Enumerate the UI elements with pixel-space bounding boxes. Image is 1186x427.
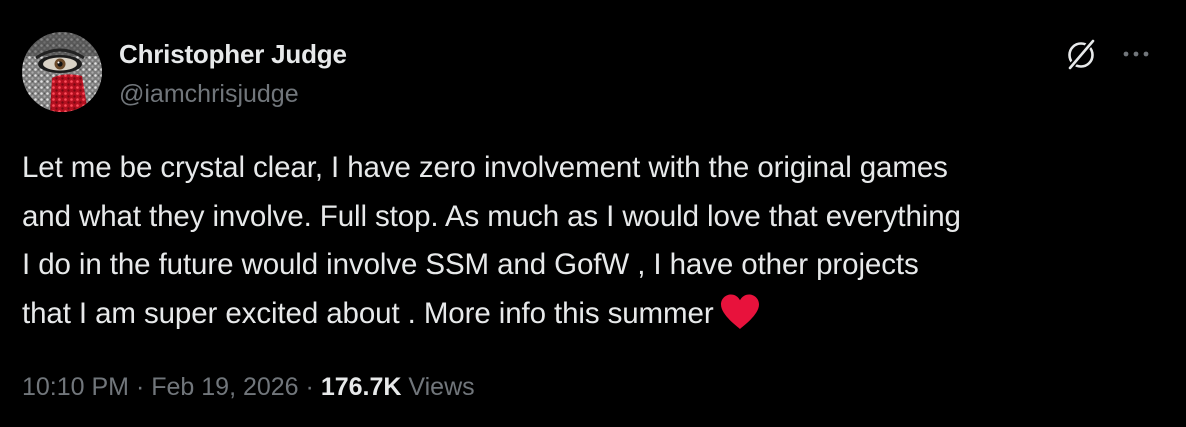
tweet-body: Let me be crystal clear, I have zero inv…: [22, 144, 1162, 338]
avatar-image: [22, 32, 102, 112]
tweet-text: Let me be crystal clear, I have zero inv…: [22, 151, 961, 330]
meta-separator: ·: [135, 373, 145, 401]
tweet-timestamp[interactable]: 10:10 PM · Feb 19, 2026: [22, 373, 299, 401]
author-name-block: Christopher Judge @iamchrisjudge: [119, 38, 347, 110]
tweet-time: 10:10 PM: [22, 373, 130, 401]
views-count: 176.7K: [320, 373, 402, 401]
grok-icon[interactable]: [1062, 36, 1100, 74]
avatar[interactable]: [22, 32, 102, 112]
views-label: Views: [408, 373, 475, 401]
author-handle[interactable]: @iamchrisjudge: [119, 78, 347, 110]
author-display-name[interactable]: Christopher Judge: [119, 38, 347, 70]
meta-separator: ·: [305, 373, 314, 401]
tweet-card: Christopher Judge @iamchrisjudge Let me …: [0, 0, 1186, 427]
views-link[interactable]: 176.7K Views: [321, 373, 475, 401]
more-options-icon[interactable]: [1118, 44, 1154, 64]
tweet-date: Feb 19, 2026: [151, 373, 299, 401]
tweet-meta: 10:10 PM · Feb 19, 2026 · 176.7K Views: [22, 370, 475, 404]
red-heart-icon: [718, 293, 762, 331]
